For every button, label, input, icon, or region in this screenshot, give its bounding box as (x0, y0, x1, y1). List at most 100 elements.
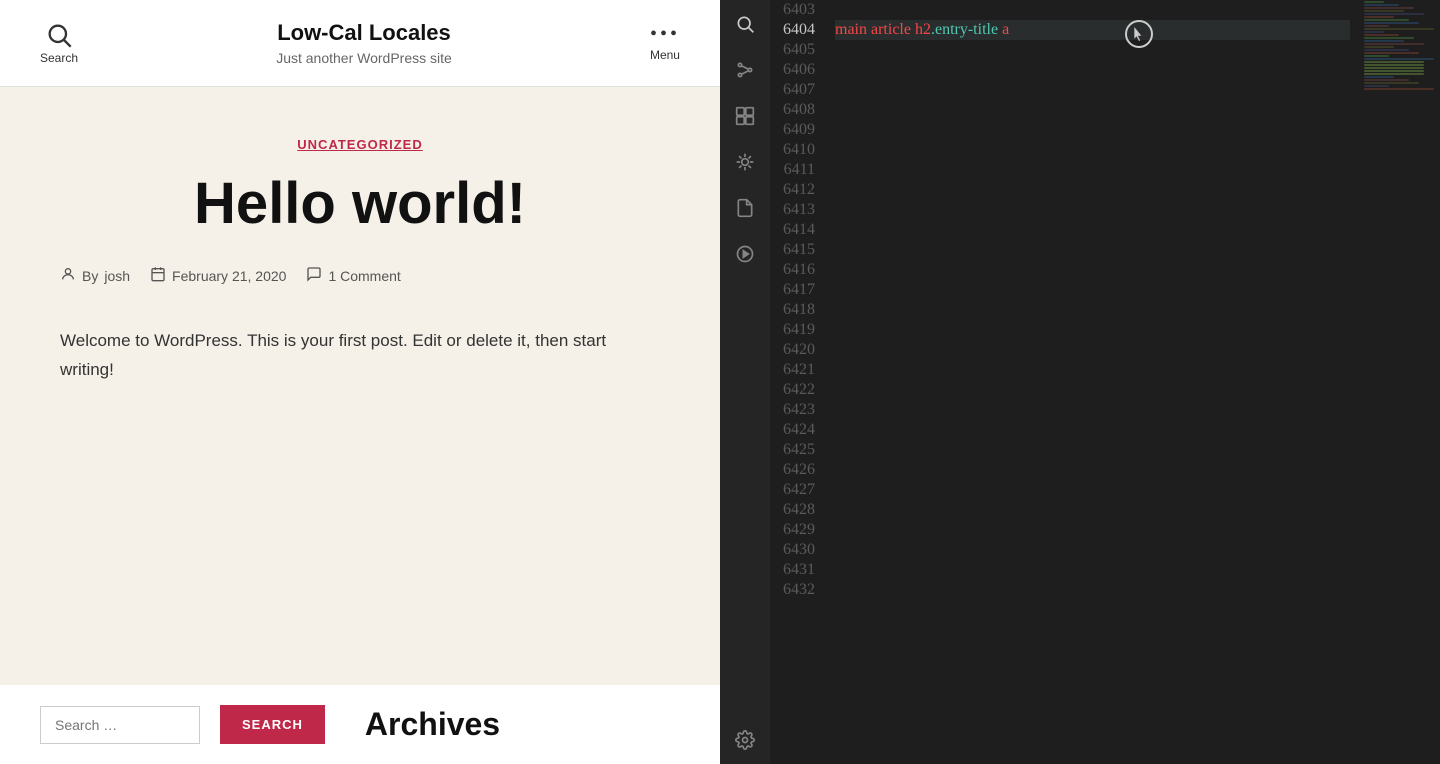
code-line (835, 300, 1350, 320)
minimap-line (1364, 52, 1419, 54)
search-button-header[interactable]: Search (40, 21, 78, 65)
minimap-line (1364, 19, 1409, 21)
line-number: 6405 (780, 40, 815, 60)
code-line (835, 0, 1350, 20)
blog-site-title: Low-Cal Locales (276, 20, 452, 46)
minimap-line (1364, 34, 1399, 36)
code-line (835, 320, 1350, 340)
code-line (835, 540, 1350, 560)
post-body: Welcome to WordPress. This is your first… (60, 327, 660, 385)
minimap-line (1364, 37, 1414, 39)
code-line (835, 140, 1350, 160)
search-submit-button[interactable]: SEARCH (220, 705, 325, 744)
code-line (835, 500, 1350, 520)
code-line (835, 440, 1350, 460)
line-number: 6432 (780, 580, 815, 600)
line-number: 6415 (780, 240, 815, 260)
code-editor: 6403640464056406640764086409641064116412… (720, 0, 1440, 764)
code-line (835, 480, 1350, 500)
file-explorer-icon[interactable] (731, 194, 759, 222)
post-date: February 21, 2020 (172, 268, 286, 284)
blog-content: UNCATEGORIZED Hello world! By josh (0, 87, 720, 685)
minimap-line (1364, 13, 1424, 15)
debug-icon[interactable] (731, 148, 759, 176)
code-content[interactable]: main article h2.entry-title a (825, 0, 1360, 764)
code-line (835, 520, 1350, 540)
minimap-line (1364, 49, 1409, 51)
line-number: 6419 (780, 320, 815, 340)
code-line (835, 240, 1350, 260)
minimap-line (1364, 1, 1384, 3)
line-number: 6411 (780, 160, 815, 180)
blog-site-subtitle: Just another WordPress site (276, 50, 452, 66)
post-meta: By josh February 21, 2020 (60, 266, 660, 287)
line-number: 6407 (780, 80, 815, 100)
post-comments[interactable]: 1 Comment (328, 268, 400, 284)
code-line (835, 560, 1350, 580)
code-line: main article h2.entry-title a (835, 20, 1350, 40)
post-comments-meta: 1 Comment (306, 266, 400, 287)
comment-icon (306, 266, 322, 287)
code-line (835, 340, 1350, 360)
line-number: 6403 (780, 0, 815, 20)
code-line (835, 280, 1350, 300)
post-author-prefix: By (82, 268, 98, 284)
code-line (835, 100, 1350, 120)
line-number: 6429 (780, 520, 815, 540)
minimap-line (1364, 67, 1424, 69)
minimap-line (1364, 73, 1424, 75)
calendar-icon (150, 266, 166, 287)
author-icon (60, 266, 76, 287)
search-input[interactable] (40, 706, 200, 744)
editor-container: 6403640464056406640764086409641064116412… (770, 0, 1440, 764)
line-number: 6425 (780, 440, 815, 460)
line-number: 6408 (780, 100, 815, 120)
code-line (835, 420, 1350, 440)
line-number: 6423 (780, 400, 815, 420)
line-number: 6409 (780, 120, 815, 140)
code-line (835, 120, 1350, 140)
archives-title: Archives (365, 706, 500, 743)
activity-bar (720, 0, 770, 764)
post-author[interactable]: josh (104, 268, 130, 284)
menu-button[interactable]: ••• Menu (650, 24, 680, 62)
run-icon[interactable] (731, 240, 759, 268)
line-number: 6422 (780, 380, 815, 400)
code-line (835, 360, 1350, 380)
minimap (1360, 0, 1440, 764)
source-control-icon[interactable] (731, 56, 759, 84)
minimap-line (1364, 43, 1424, 45)
line-number: 6406 (780, 60, 815, 80)
code-line (835, 60, 1350, 80)
line-number: 6424 (780, 420, 815, 440)
code-line (835, 580, 1350, 600)
extensions-icon[interactable] (731, 102, 759, 130)
post-date-meta: February 21, 2020 (150, 266, 286, 287)
minimap-line (1364, 40, 1404, 42)
menu-label: Menu (650, 48, 680, 62)
editor-main: 6403640464056406640764086409641064116412… (770, 0, 1440, 764)
minimap-line (1364, 55, 1389, 57)
search-activity-icon[interactable] (731, 10, 759, 38)
blog-footer: SEARCH Archives (0, 685, 720, 764)
post-title: Hello world! (60, 172, 660, 236)
code-line (835, 80, 1350, 100)
blog-panel: Search Low-Cal Locales Just another Word… (0, 0, 720, 764)
settings-icon[interactable] (731, 726, 759, 754)
minimap-line (1364, 31, 1384, 33)
code-line (835, 400, 1350, 420)
code-line (835, 200, 1350, 220)
blog-header: Search Low-Cal Locales Just another Word… (0, 0, 720, 87)
minimap-line (1364, 25, 1389, 27)
minimap-line (1364, 58, 1434, 60)
line-number: 6417 (780, 280, 815, 300)
minimap-line (1364, 70, 1424, 72)
minimap-line (1364, 4, 1399, 6)
post-category[interactable]: UNCATEGORIZED (60, 137, 660, 152)
line-number: 6427 (780, 480, 815, 500)
minimap-line (1364, 10, 1404, 12)
line-number: 6404 (780, 20, 815, 40)
code-line (835, 220, 1350, 240)
line-number: 6410 (780, 140, 815, 160)
minimap-line (1364, 82, 1419, 84)
